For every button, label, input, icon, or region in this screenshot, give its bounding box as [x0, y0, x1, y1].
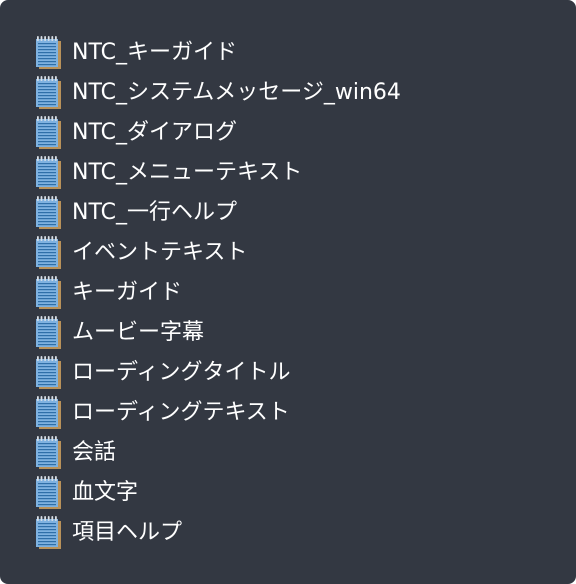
notepad-icon	[33, 355, 63, 391]
file-list: NTC_キーガイド NTC_システムメッセージ_win64 NTC_ダイアログ …	[33, 33, 576, 553]
file-list-panel: NTC_キーガイド NTC_システムメッセージ_win64 NTC_ダイアログ …	[0, 0, 576, 584]
list-item[interactable]: イベントテキスト	[33, 233, 576, 273]
notepad-icon	[33, 115, 63, 151]
file-label: NTC_メニューテキスト	[72, 160, 303, 185]
file-label: ローディングテキスト	[72, 400, 290, 425]
list-item[interactable]: 血文字	[33, 473, 576, 513]
list-item[interactable]: NTC_キーガイド	[33, 33, 576, 73]
notepad-icon	[33, 195, 63, 231]
notepad-icon	[33, 275, 63, 311]
file-label: 血文字	[72, 480, 139, 505]
list-item[interactable]: 項目ヘルプ	[33, 513, 576, 553]
list-item[interactable]: 会話	[33, 433, 576, 473]
file-label: NTC_一行ヘルプ	[72, 200, 237, 225]
list-item[interactable]: キーガイド	[33, 273, 576, 313]
notepad-icon	[33, 155, 63, 191]
list-item[interactable]: NTC_ダイアログ	[33, 113, 576, 153]
list-item[interactable]: ローディングタイトル	[33, 353, 576, 393]
file-label: キーガイド	[72, 280, 183, 305]
list-item[interactable]: ムービー字幕	[33, 313, 576, 353]
notepad-icon	[33, 315, 63, 351]
notepad-icon	[33, 515, 63, 551]
notepad-icon	[33, 35, 63, 71]
list-item[interactable]: NTC_メニューテキスト	[33, 153, 576, 193]
list-item[interactable]: NTC_システムメッセージ_win64	[33, 73, 576, 113]
notepad-icon	[33, 435, 63, 471]
file-label: 会話	[72, 440, 117, 465]
file-label: 項目ヘルプ	[72, 520, 183, 545]
list-item[interactable]: NTC_一行ヘルプ	[33, 193, 576, 233]
file-label: NTC_システムメッセージ_win64	[72, 80, 401, 105]
list-item[interactable]: ローディングテキスト	[33, 393, 576, 433]
file-label: NTC_ダイアログ	[72, 120, 237, 145]
notepad-icon	[33, 475, 63, 511]
file-label: ムービー字幕	[72, 320, 205, 345]
notepad-icon	[33, 235, 63, 271]
notepad-icon	[33, 75, 63, 111]
notepad-icon	[33, 395, 63, 431]
file-label: NTC_キーガイド	[72, 40, 237, 65]
file-label: イベントテキスト	[72, 240, 248, 265]
file-label: ローディングタイトル	[72, 360, 291, 385]
